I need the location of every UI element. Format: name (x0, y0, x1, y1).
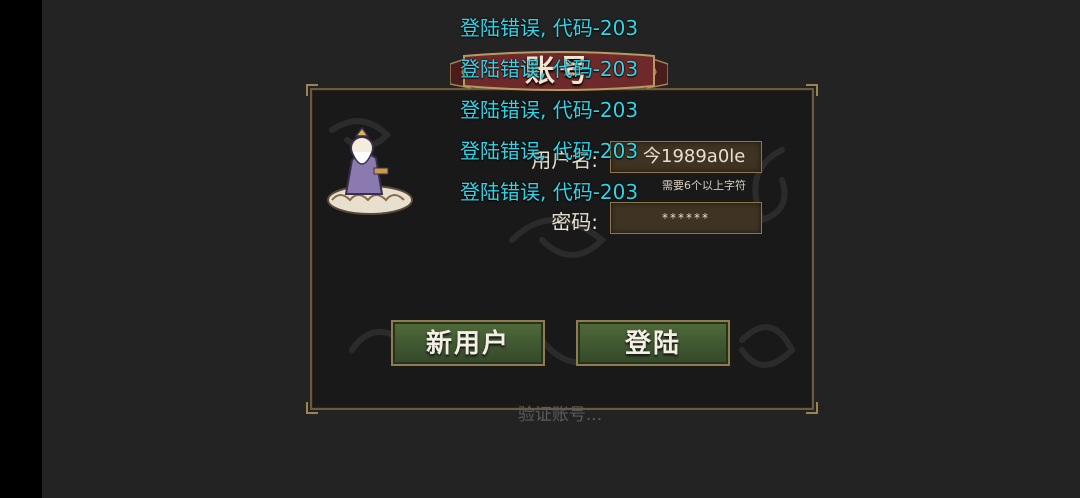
verifying-status: 验证账号... (517, 405, 603, 425)
sage-character-icon (327, 126, 413, 215)
username-hint: 需要6个以上字符 (662, 179, 746, 192)
error-toast: 登陆错误, 代码-203 (460, 139, 639, 163)
error-toast: 登陆错误, 代码-203 (460, 16, 639, 40)
password-input[interactable]: ****** (610, 202, 762, 234)
panel-corner-ornament (806, 84, 818, 96)
panel-corner-ornament (306, 402, 318, 414)
panel-corner-ornament (806, 402, 818, 414)
error-toast: 登陆错误, 代码-203 (460, 180, 639, 204)
password-label: 密码: (551, 210, 598, 234)
new-user-button[interactable]: 新用户 (391, 320, 545, 366)
panel-corner-ornament (306, 84, 318, 96)
screen-edge-bar (0, 0, 42, 498)
error-toast: 登陆错误, 代码-203 (460, 98, 639, 122)
error-toast: 登陆错误, 代码-203 (460, 57, 639, 81)
login-button[interactable]: 登陆 (576, 320, 730, 366)
